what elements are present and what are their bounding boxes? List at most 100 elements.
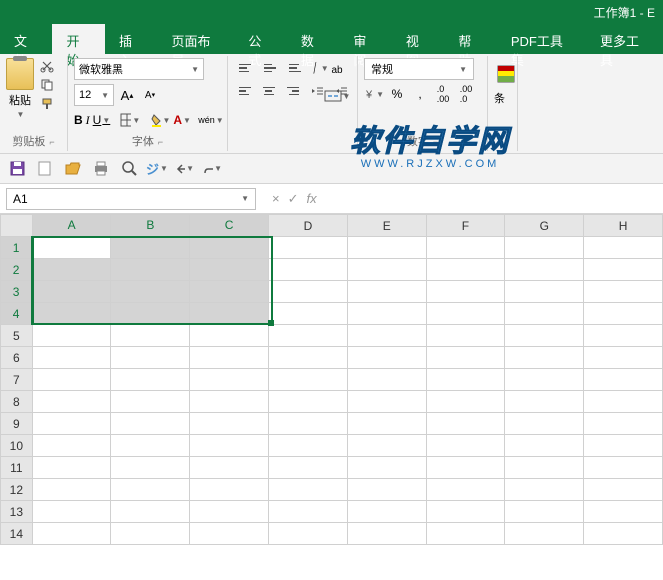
column-header[interactable]: G — [505, 215, 584, 237]
accounting-format-button[interactable]: ¥▼ — [364, 84, 384, 104]
cell[interactable] — [347, 281, 426, 303]
cell[interactable] — [111, 479, 190, 501]
column-header[interactable]: E — [347, 215, 426, 237]
cell[interactable] — [505, 501, 584, 523]
save-button[interactable] — [8, 160, 26, 178]
font-color-button[interactable]: A▼ — [173, 110, 191, 130]
cell[interactable] — [505, 479, 584, 501]
percent-button[interactable]: % — [387, 84, 407, 104]
cell[interactable] — [111, 391, 190, 413]
increase-font-button[interactable]: A▴ — [117, 85, 137, 105]
cell[interactable] — [111, 523, 190, 545]
cell[interactable] — [111, 369, 190, 391]
comma-button[interactable]: , — [410, 84, 430, 104]
undo-button[interactable]: ▼ — [176, 160, 194, 178]
tab-review[interactable]: 审阅 — [339, 24, 391, 54]
cell[interactable] — [32, 281, 111, 303]
new-button[interactable] — [36, 160, 54, 178]
cell[interactable] — [584, 479, 663, 501]
cell[interactable] — [505, 303, 584, 325]
column-header[interactable]: D — [269, 215, 348, 237]
cell[interactable] — [190, 501, 269, 523]
dialog-launcher-icon[interactable]: ⌐ — [49, 137, 54, 147]
cell[interactable] — [505, 259, 584, 281]
align-left-button[interactable] — [234, 81, 255, 101]
cell[interactable] — [584, 369, 663, 391]
row-header[interactable]: 8 — [1, 391, 33, 413]
cell[interactable] — [584, 347, 663, 369]
cell[interactable] — [347, 259, 426, 281]
cell[interactable] — [347, 347, 426, 369]
cell[interactable] — [426, 523, 505, 545]
paste-button[interactable]: 粘贴 ▼ — [6, 58, 34, 119]
cell[interactable] — [32, 259, 111, 281]
cell[interactable] — [111, 281, 190, 303]
row-header[interactable]: 1 — [1, 237, 33, 259]
row-header[interactable]: 10 — [1, 435, 33, 457]
dialog-launcher-icon[interactable]: ⌐ — [158, 137, 163, 147]
column-header[interactable]: C — [190, 215, 269, 237]
cell[interactable] — [584, 325, 663, 347]
cell[interactable] — [347, 435, 426, 457]
cell[interactable] — [505, 391, 584, 413]
cell[interactable] — [111, 413, 190, 435]
row-header[interactable]: 6 — [1, 347, 33, 369]
cell[interactable] — [584, 457, 663, 479]
cell[interactable] — [584, 281, 663, 303]
cell[interactable] — [111, 325, 190, 347]
tab-pdf-tools[interactable]: PDF工具集 — [497, 24, 586, 54]
merge-button[interactable]: ▼ — [323, 86, 351, 106]
column-header[interactable]: A — [32, 215, 111, 237]
cell[interactable] — [32, 391, 111, 413]
cell[interactable] — [347, 325, 426, 347]
cell[interactable] — [505, 325, 584, 347]
cell[interactable] — [269, 303, 348, 325]
cell[interactable] — [190, 479, 269, 501]
tab-data[interactable]: 数据 — [287, 24, 339, 54]
align-right-button[interactable] — [282, 81, 303, 101]
cell[interactable] — [111, 457, 190, 479]
cell[interactable] — [269, 479, 348, 501]
column-header[interactable]: H — [584, 215, 663, 237]
tab-home[interactable]: 开始 — [52, 24, 104, 54]
tab-view[interactable]: 视图 — [392, 24, 444, 54]
copy-button[interactable] — [38, 77, 56, 93]
cell[interactable] — [32, 501, 111, 523]
decrease-font-button[interactable]: A▾ — [140, 85, 160, 105]
cell[interactable] — [505, 281, 584, 303]
cell[interactable] — [584, 237, 663, 259]
cell[interactable] — [584, 435, 663, 457]
cell[interactable] — [347, 237, 426, 259]
cell[interactable] — [190, 281, 269, 303]
spellcheck-button[interactable]: ジ▼ — [148, 160, 166, 178]
cell[interactable] — [584, 413, 663, 435]
cell[interactable] — [347, 413, 426, 435]
cell[interactable] — [347, 479, 426, 501]
cell[interactable] — [190, 369, 269, 391]
cell[interactable] — [426, 413, 505, 435]
cell[interactable] — [269, 523, 348, 545]
row-header[interactable]: 14 — [1, 523, 33, 545]
cell[interactable] — [505, 435, 584, 457]
number-format-dropdown[interactable]: 常规 ▼ — [364, 58, 474, 80]
redo-button[interactable]: ▼ — [204, 160, 222, 178]
cell[interactable] — [269, 325, 348, 347]
cell[interactable] — [584, 391, 663, 413]
cell[interactable] — [190, 237, 269, 259]
cell[interactable] — [32, 347, 111, 369]
phonetic-button[interactable]: wén▼ — [201, 110, 221, 130]
confirm-button[interactable]: ✓ — [288, 191, 299, 207]
cell[interactable] — [111, 303, 190, 325]
cell[interactable] — [269, 237, 348, 259]
row-header[interactable]: 13 — [1, 501, 33, 523]
cell[interactable] — [32, 237, 111, 259]
cell[interactable] — [190, 523, 269, 545]
formula-input[interactable] — [327, 188, 663, 210]
dialog-launcher-icon[interactable]: ⌐ — [433, 137, 438, 147]
cell[interactable] — [505, 237, 584, 259]
tab-page-layout[interactable]: 页面布局 — [157, 24, 234, 54]
cell[interactable] — [584, 523, 663, 545]
spreadsheet-grid[interactable]: A B C D E F G H 1 2 3 4 5 6 7 8 9 10 11 … — [0, 214, 663, 545]
cell[interactable] — [347, 457, 426, 479]
cell[interactable] — [190, 347, 269, 369]
